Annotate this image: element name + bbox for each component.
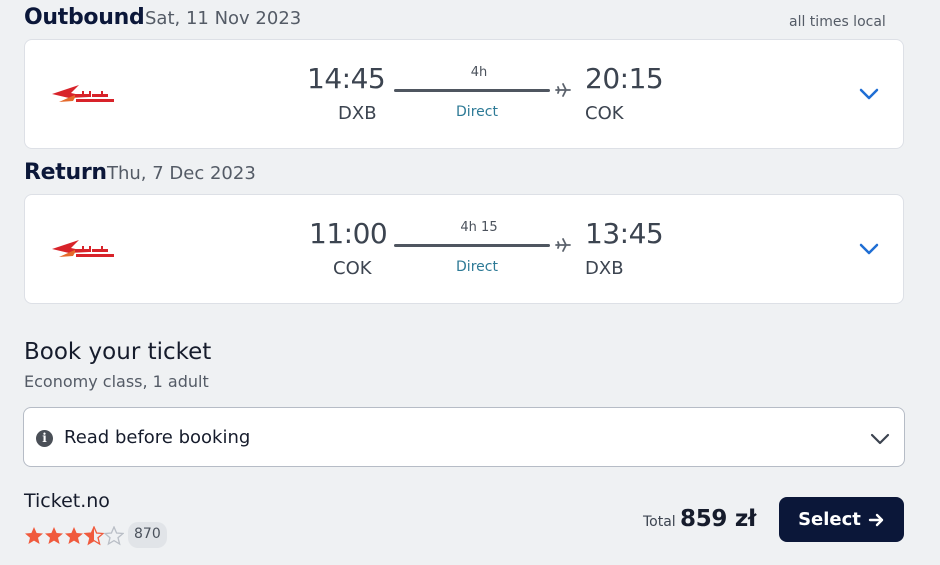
star-full-icon <box>65 527 83 544</box>
outbound-arrive-time: 20:15 <box>585 62 664 95</box>
return-title: Return <box>24 160 107 185</box>
star-rating <box>25 526 124 545</box>
star-empty-icon <box>104 526 124 545</box>
total-price: 859 zł <box>680 506 757 532</box>
outbound-route-line <box>394 89 550 92</box>
return-route-line <box>394 244 550 247</box>
return-flight-card[interactable]: 11:00 COK 4h 15 Direct 13:45 DXB <box>24 194 904 304</box>
outbound-title: Outbound <box>24 5 145 30</box>
read-before-booking-dropdown[interactable]: i Read before booking <box>23 407 905 467</box>
outbound-duration: 4h <box>470 65 488 80</box>
chevron-down-icon[interactable] <box>869 432 891 446</box>
plane-icon <box>555 83 571 97</box>
return-arrive-time: 13:45 <box>585 217 664 250</box>
return-arrive-code: DXB <box>585 258 624 279</box>
outbound-depart-time: 14:45 <box>307 62 386 95</box>
times-local-note: all times local <box>789 14 886 30</box>
star-full-icon <box>25 527 43 544</box>
return-stops: Direct <box>456 259 498 275</box>
return-depart-code: COK <box>333 258 372 279</box>
read-before-booking-label: Read before booking <box>64 427 251 448</box>
info-icon: i <box>36 430 53 447</box>
airline-logo-icon <box>52 85 114 102</box>
outbound-flight-card[interactable]: 14:45 DXB 4h Direct 20:15 COK <box>24 39 904 149</box>
outbound-stops: Direct <box>456 104 498 120</box>
chevron-down-icon[interactable] <box>858 242 880 256</box>
vendor-name: Ticket.no <box>24 490 110 512</box>
return-date: Thu, 7 Dec 2023 <box>107 163 256 184</box>
airline-logo-icon <box>52 240 114 257</box>
booking-class-info: Economy class, 1 adult <box>24 372 209 391</box>
select-button[interactable]: Select <box>779 497 904 542</box>
chevron-down-icon[interactable] <box>858 87 880 101</box>
review-count-badge: 870 <box>128 522 167 548</box>
outbound-arrive-code: COK <box>585 103 624 124</box>
outbound-depart-code: DXB <box>338 103 377 124</box>
star-full-icon <box>45 527 63 544</box>
arrow-right-icon <box>868 513 884 526</box>
plane-icon <box>555 238 571 252</box>
star-half-icon <box>84 526 104 545</box>
return-depart-time: 11:00 <box>309 217 388 250</box>
outbound-date: Sat, 11 Nov 2023 <box>145 8 302 29</box>
select-button-label: Select <box>798 509 861 530</box>
total-label: Total <box>643 514 676 530</box>
book-ticket-title: Book your ticket <box>24 339 212 365</box>
return-duration: 4h 15 <box>460 220 498 235</box>
